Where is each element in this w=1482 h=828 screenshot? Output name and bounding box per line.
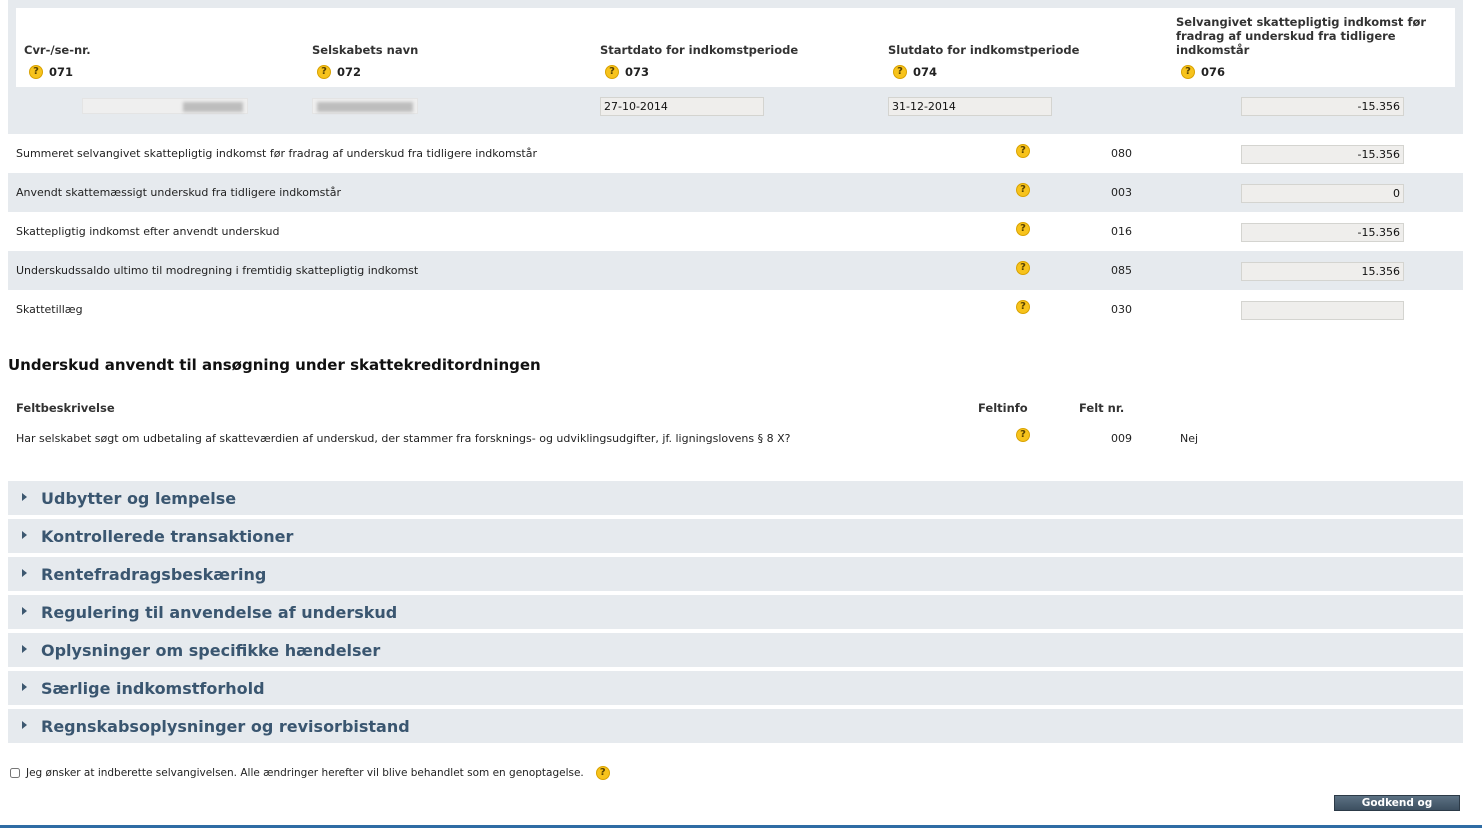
header-col-cvr: Cvr-/se-nr. ? 071 <box>16 8 304 87</box>
row-field-number: 030 <box>1111 303 1132 316</box>
row-description: Skattepligtig indkomst efter anvendt und… <box>16 225 280 238</box>
row-field-number: 003 <box>1111 186 1132 199</box>
row-description: Anvendt skattemæssigt underskud fra tidl… <box>16 186 341 199</box>
help-icon[interactable]: ? <box>1016 428 1030 442</box>
row-description: Skattetillæg <box>16 303 83 316</box>
help-icon[interactable]: ? <box>29 65 43 79</box>
end-date-field[interactable]: 31-12-2014 <box>888 97 1052 116</box>
field-number-071: 071 <box>49 65 74 79</box>
row-value-field[interactable]: -15.356 <box>1241 223 1404 242</box>
column-header-info: Feltinfo <box>978 401 1028 415</box>
header-label-start: Startdato for indkomstperiode <box>600 43 799 57</box>
help-icon[interactable]: ? <box>1181 65 1195 79</box>
help-icon[interactable]: ? <box>317 65 331 79</box>
consent-row: Jeg ønsker at indberette selvangivelsen.… <box>10 766 610 780</box>
question-field-number: 009 <box>1111 432 1132 445</box>
chevron-right-icon <box>22 607 27 615</box>
chevron-right-icon <box>22 645 27 653</box>
header-col-start: Startdato for indkomstperiode ? 073 <box>592 8 880 87</box>
help-icon[interactable]: ? <box>595 766 610 780</box>
field-number-076: 076 <box>1201 65 1226 79</box>
cvr-field-redacted <box>82 98 248 114</box>
column-header-field-nr: Felt nr. <box>1079 401 1125 415</box>
chevron-right-icon <box>22 493 27 501</box>
row-value-field[interactable]: 15.356 <box>1241 262 1404 281</box>
field-number-073: 073 <box>625 65 650 79</box>
header-label-name: Selskabets navn <box>312 43 419 57</box>
submit-button[interactable]: Godkend og Indberet <box>1334 795 1460 823</box>
accordion-label: Rentefradragsbeskæring <box>41 565 267 584</box>
help-icon[interactable]: ? <box>893 65 907 79</box>
header-label-income: Selvangivet skattepligtig indkomst før f… <box>1176 15 1427 57</box>
accordion-kontrollerede[interactable]: Kontrollerede transaktioner <box>8 519 1463 553</box>
help-icon[interactable]: ? <box>1016 183 1030 197</box>
consent-checkbox[interactable] <box>10 768 20 778</box>
table-row: Summeret selvangivet skattepligtig indko… <box>8 134 1463 173</box>
accordion-label: Regnskabsoplysninger og revisorbistand <box>41 717 410 736</box>
help-icon[interactable]: ? <box>1016 222 1030 236</box>
help-icon[interactable]: ? <box>1016 261 1030 275</box>
income-field-076[interactable]: -15.356 <box>1241 97 1404 116</box>
row-description: Summeret selvangivet skattepligtig indko… <box>16 147 538 160</box>
table-row: Skattetillæg ? 030 <box>8 290 1463 329</box>
start-date-field[interactable]: 27-10-2014 <box>600 97 764 116</box>
row-field-number: 080 <box>1111 147 1132 160</box>
chevron-right-icon <box>22 531 27 539</box>
table-row: Anvendt skattemæssigt underskud fra tidl… <box>8 173 1463 212</box>
table-row: Skattepligtig indkomst efter anvendt und… <box>8 212 1463 251</box>
accordion-saerlige[interactable]: Særlige indkomstforhold <box>8 671 1463 705</box>
header-col-name: Selskabets navn ? 072 <box>304 8 592 87</box>
row-description: Underskudssaldo ultimo til modregning i … <box>16 264 419 277</box>
help-icon[interactable]: ? <box>1016 144 1030 158</box>
row-value-field[interactable]: 0 <box>1241 184 1404 203</box>
accordion-label: Særlige indkomstforhold <box>41 679 265 698</box>
row-value-field[interactable] <box>1241 301 1404 320</box>
accordion-label: Regulering til anvendelse af underskud <box>41 603 398 622</box>
question-text: Har selskabet søgt om udbetaling af skat… <box>16 432 791 445</box>
help-icon[interactable]: ? <box>605 65 619 79</box>
chevron-right-icon <box>22 721 27 729</box>
chevron-right-icon <box>22 683 27 691</box>
company-name-redacted <box>312 98 418 114</box>
chevron-right-icon <box>22 569 27 577</box>
accordion-rentefradrag[interactable]: Rentefradragsbeskæring <box>8 557 1463 591</box>
question-answer: Nej <box>1180 432 1199 445</box>
row-field-number: 016 <box>1111 225 1132 238</box>
accordion-regnskab[interactable]: Regnskabsoplysninger og revisorbistand <box>8 709 1463 743</box>
accordion-label: Oplysninger om specifikke hændelser <box>41 641 381 660</box>
header-columns: Cvr-/se-nr. ? 071 Selskabets navn ? 072 … <box>16 8 1455 87</box>
header-label-end: Slutdato for indkomstperiode <box>888 43 1080 57</box>
field-number-072: 072 <box>337 65 362 79</box>
accordion-udbytter[interactable]: Udbytter og lempelse <box>8 481 1463 515</box>
section-title: Underskud anvendt til ansøgning under sk… <box>8 356 541 374</box>
help-icon[interactable]: ? <box>1016 300 1030 314</box>
field-number-074: 074 <box>913 65 938 79</box>
header-col-income: Selvangivet skattepligtig indkomst før f… <box>1168 8 1455 87</box>
row-value-field[interactable]: -15.356 <box>1241 145 1404 164</box>
consent-text: Jeg ønsker at indberette selvangivelsen.… <box>26 767 584 779</box>
header-panel: Cvr-/se-nr. ? 071 Selskabets navn ? 072 … <box>8 0 1463 134</box>
accordion-label: Udbytter og lempelse <box>41 489 237 508</box>
row-field-number: 085 <box>1111 264 1132 277</box>
header-label-cvr: Cvr-/se-nr. <box>24 43 91 57</box>
accordion-oplysninger[interactable]: Oplysninger om specifikke hændelser <box>8 633 1463 667</box>
accordion-regulering[interactable]: Regulering til anvendelse af underskud <box>8 595 1463 629</box>
table-row: Underskudssaldo ultimo til modregning i … <box>8 251 1463 290</box>
header-col-end: Slutdato for indkomstperiode ? 074 <box>880 8 1168 87</box>
column-header-description: Feltbeskrivelse <box>16 401 115 415</box>
accordion-label: Kontrollerede transaktioner <box>41 527 294 546</box>
